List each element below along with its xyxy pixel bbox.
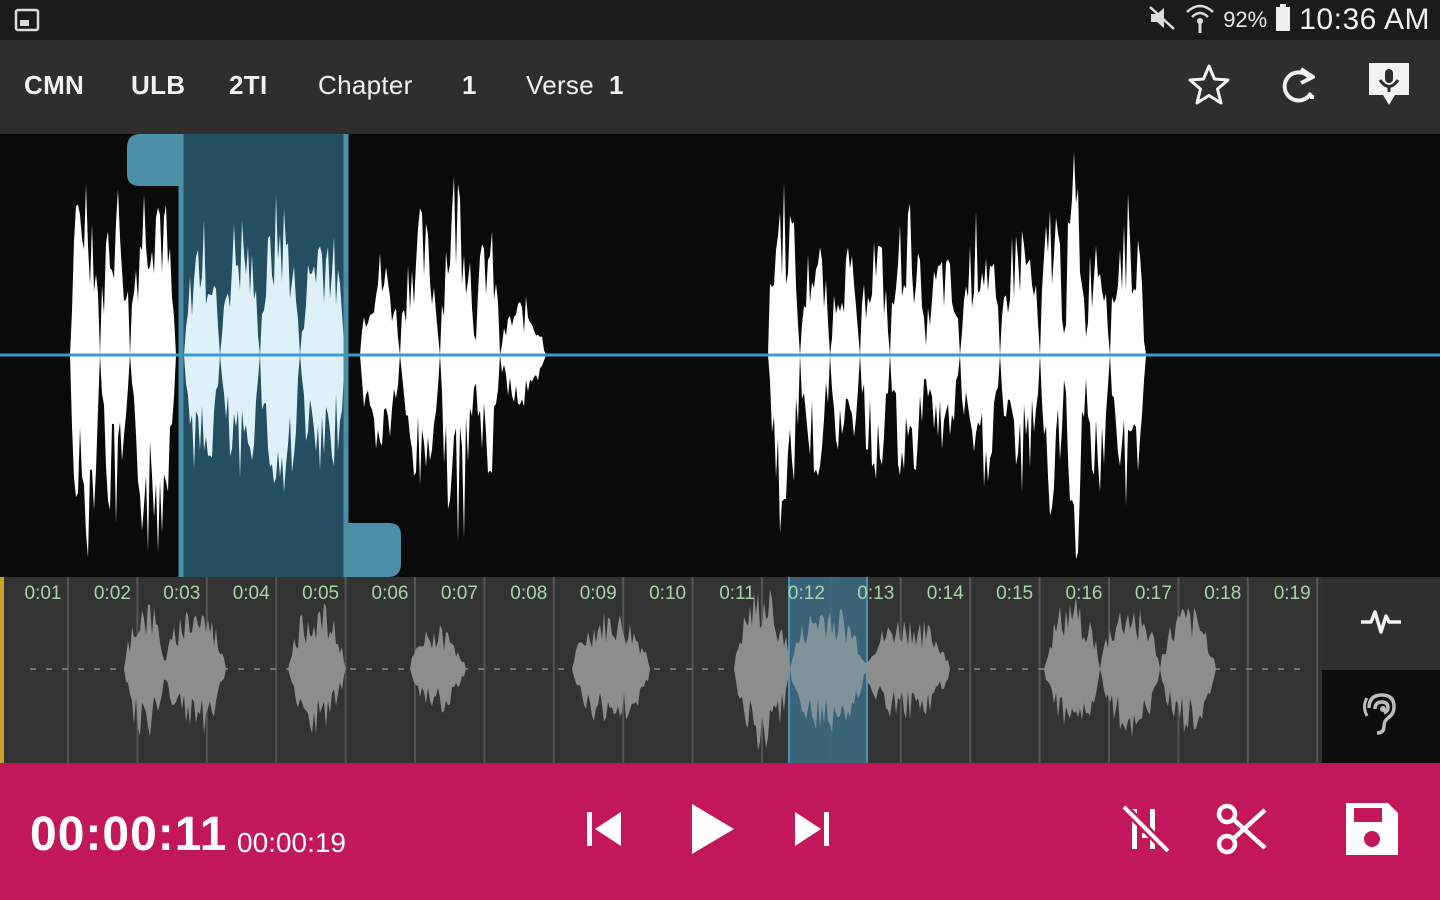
tick-label: 0:15 [996,583,1033,604]
skip-previous-icon [583,808,625,855]
toolbar: CMN ULB 2TI Chapter 1 Verse 1 [0,40,1440,134]
timeline-minimap[interactable]: 0:01 0:02 0:03 0:04 0:05 0:06 0:07 0:08 0:09 0:10… [0,577,1322,763]
wifi-icon [1185,2,1215,39]
redo-button[interactable] [1270,58,1328,116]
redo-icon [1277,63,1321,112]
tick-label: 0:05 [302,583,339,604]
insert-recording-button[interactable] [1360,58,1418,116]
verse-label[interactable]: Verse [526,70,594,101]
tick-label: 0:18 [1204,583,1241,604]
book-selector[interactable]: 2TI [229,70,267,101]
play-button[interactable] [672,791,752,871]
clear-markers-icon [1120,803,1172,860]
battery-percent: 92% [1223,7,1268,32]
language-selector[interactable]: CMN [24,70,84,101]
side-tools [1322,577,1440,763]
waveform-editor[interactable] [0,134,1440,577]
current-time: 00:00:11 [30,808,228,861]
mute-icon [1147,3,1177,38]
skip-next-icon [791,808,833,855]
version-selector[interactable]: ULB [131,70,185,101]
insert-recording-icon [1365,61,1413,114]
status-bar: 92% 10:36 AM [0,0,1440,40]
tick-label: 0:01 [25,583,62,604]
minimap-waveform-lower [0,669,1322,751]
waveform-view-button[interactable] [1322,577,1440,670]
tick-label: 0:09 [580,583,617,604]
tick-label: 0:12 [788,583,825,604]
save-icon [1342,799,1402,864]
star-button[interactable] [1180,58,1238,116]
minimap-canvas[interactable]: 0:01 0:02 0:03 0:04 0:05 0:06 0:07 0:08 0:09 0:10… [0,577,1322,763]
minimap-selection-tint [788,577,868,763]
tick-label: 0:07 [441,583,478,604]
skip-next-button[interactable] [772,791,852,871]
tick-label: 0:04 [233,583,270,604]
clock: 10:36 AM [1299,3,1430,36]
hearing-icon [1361,692,1401,741]
play-icon [688,802,736,861]
tick-label: 0:13 [857,583,894,604]
waveform-icon [1359,606,1403,641]
clear-markers-button[interactable] [1106,791,1186,871]
hearing-button[interactable] [1322,670,1440,763]
tick-label: 0:06 [372,583,409,604]
waveform-canvas[interactable] [0,134,1440,577]
star-icon [1187,63,1231,112]
minimap-start-line [0,577,4,763]
tick-label: 0:19 [1274,583,1311,604]
skip-previous-button[interactable] [564,791,644,871]
chapter-label[interactable]: Chapter [318,70,413,101]
chapter-number[interactable]: 1 [462,70,477,101]
battery-icon [1275,3,1291,37]
tick-label: 0:16 [1066,583,1103,604]
tick-label: 0:17 [1135,583,1172,604]
tick-label: 0:14 [927,583,964,604]
start-marker-handle [127,134,183,186]
screenshot-icon [14,7,40,33]
status-indicators: 92% 10:36 AM [1147,0,1430,40]
playback-bar: 00:00:11 00:00:19 [0,763,1440,900]
end-marker-handle [344,523,401,577]
save-button[interactable] [1332,791,1412,871]
cut-button[interactable] [1202,791,1282,871]
tick-label: 0:11 [719,583,755,604]
verse-number[interactable]: 1 [609,70,624,101]
tick-label: 0:03 [163,583,200,604]
tick-label: 0:10 [649,583,686,604]
tick-label: 0:08 [510,583,547,604]
total-time: 00:00:19 [237,827,346,858]
cut-icon [1215,802,1269,861]
tick-label: 0:02 [94,583,131,604]
